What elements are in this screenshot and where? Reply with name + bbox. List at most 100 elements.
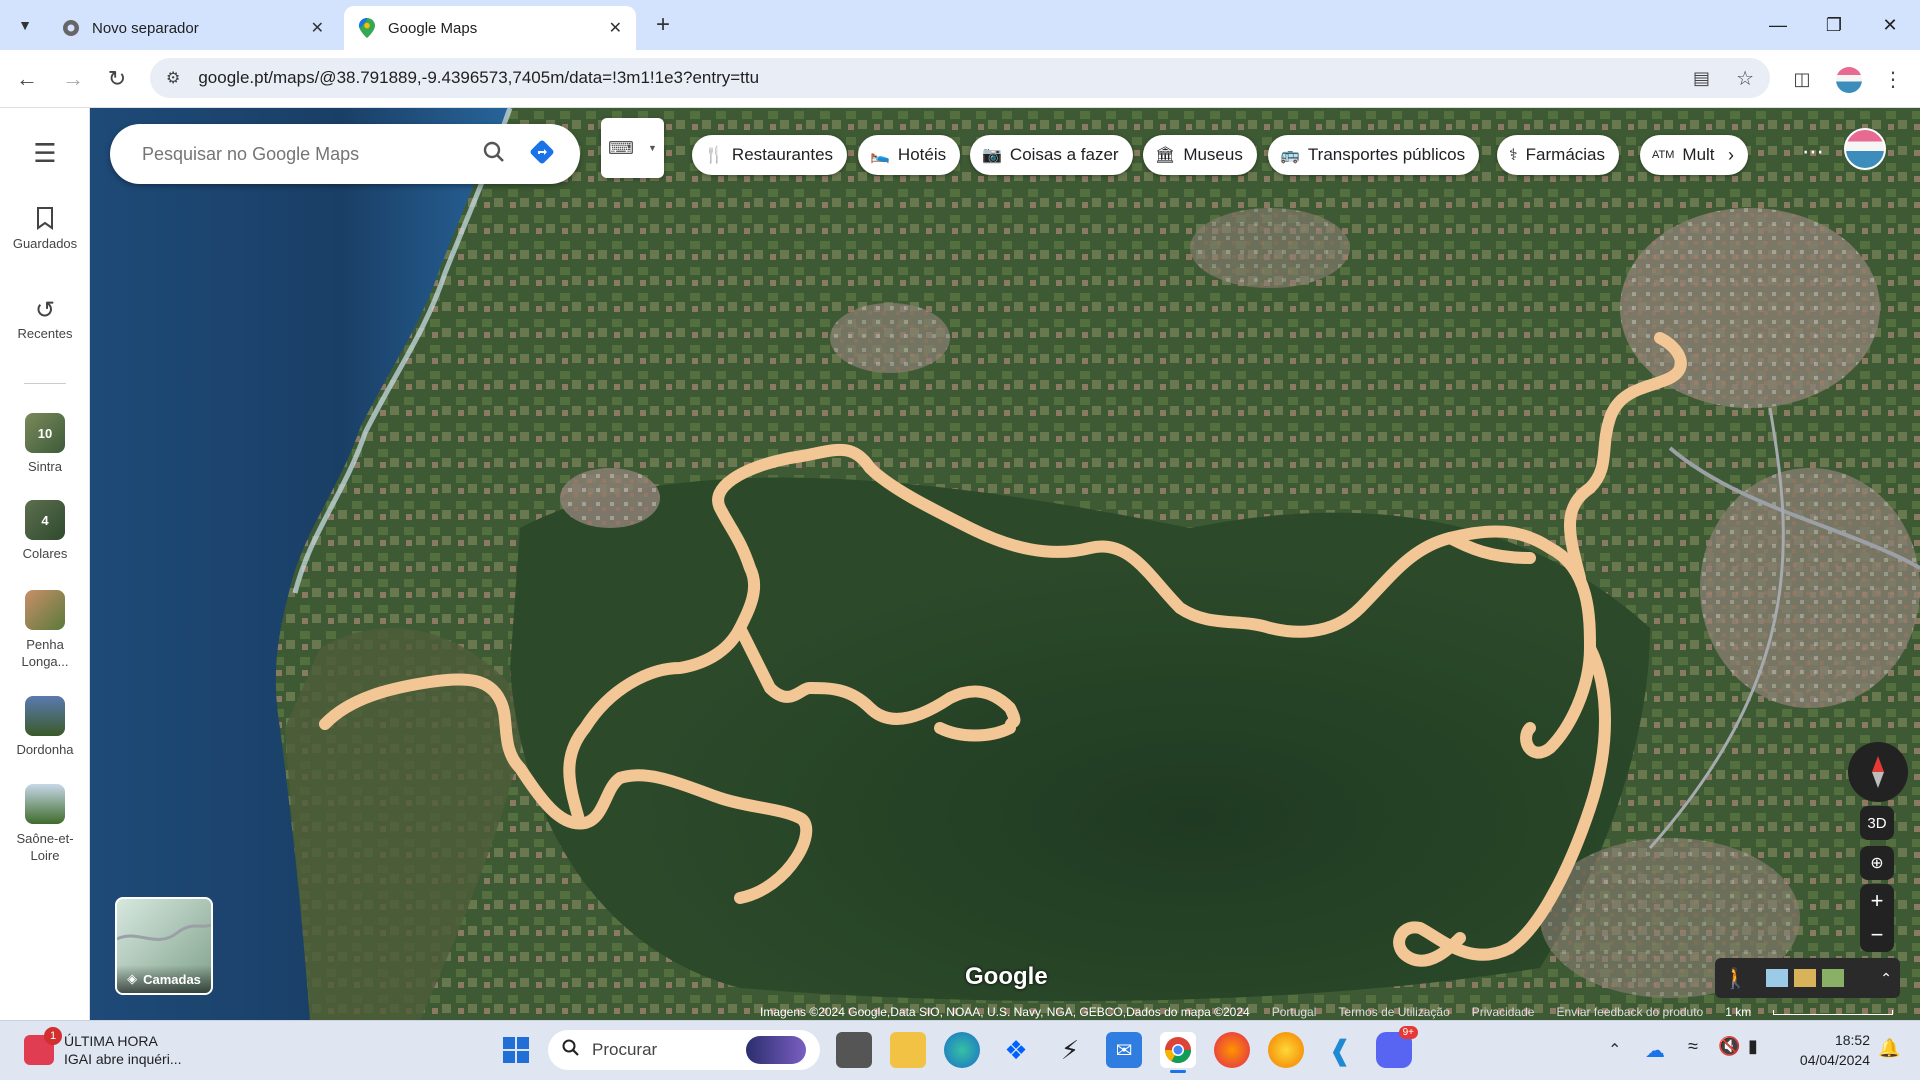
chevron-down-icon: ▼: [648, 143, 657, 153]
chevron-right-icon[interactable]: ›: [1728, 145, 1734, 166]
battery-icon[interactable]: ▮: [1748, 1036, 1758, 1057]
new-tab-button[interactable]: +: [648, 10, 678, 40]
site-info-icon[interactable]: ⚙: [166, 68, 180, 88]
three-d-label: 3D: [1867, 814, 1887, 832]
taskbar-search[interactable]: Procurar: [548, 1030, 820, 1070]
vscode-icon[interactable]: ❰: [1322, 1032, 1358, 1068]
recent-place-penha-longa[interactable]: Penha Longa...: [0, 590, 90, 670]
restore-button[interactable]: ❐: [1806, 0, 1862, 50]
google-apps-button[interactable]: ⋯: [1796, 135, 1830, 169]
zoom-in-button[interactable]: +: [1871, 884, 1884, 918]
input-tools-button[interactable]: ⌨ ▼: [601, 118, 664, 178]
satellite-imagery: [90, 108, 1920, 1020]
layers-button[interactable]: ◈ Camadas: [115, 897, 213, 995]
firefox-icon[interactable]: [1214, 1032, 1250, 1068]
bookmark-star-icon[interactable]: ☆: [1736, 66, 1754, 91]
back-button[interactable]: ←: [10, 62, 44, 96]
chip-restaurants[interactable]: 🍴 Restaurantes: [692, 135, 848, 175]
pegman-icon[interactable]: 🚶: [1723, 966, 1748, 991]
reload-button[interactable]: ↻: [100, 62, 134, 96]
install-app-icon[interactable]: ▤: [1693, 68, 1710, 89]
saved-button[interactable]: Guardados: [0, 206, 90, 251]
my-location-button[interactable]: ⊕: [1860, 846, 1894, 880]
recent-place-saone-et-loire[interactable]: Saône-et-Loire: [0, 784, 90, 864]
search-icon[interactable]: [470, 141, 518, 168]
place-thumbnail: [25, 784, 65, 824]
dropbox-icon[interactable]: ❖: [998, 1032, 1034, 1068]
imagery-thumbnail[interactable]: [1793, 969, 1816, 987]
close-window-button[interactable]: ✕: [1862, 0, 1918, 50]
recent-button[interactable]: ↺ Recentes: [0, 296, 90, 341]
url-text: google.pt/maps/@38.791889,-9.4396573,740…: [198, 68, 760, 87]
wifi-icon[interactable]: ≈: [1688, 1036, 1698, 1057]
zoom-out-button[interactable]: −: [1871, 918, 1884, 952]
place-thumbnail: [25, 590, 65, 630]
recent-place-dordonha[interactable]: Dordonha: [0, 696, 90, 757]
tab-google-maps[interactable]: Google Maps ✕: [344, 6, 636, 50]
atm-icon: ATM: [1652, 149, 1675, 161]
task-view-icon[interactable]: [836, 1032, 872, 1068]
close-icon[interactable]: ✕: [609, 18, 622, 38]
museum-icon: 🏛: [1155, 147, 1176, 164]
account-avatar[interactable]: [1844, 128, 1886, 170]
search-input[interactable]: [140, 142, 470, 166]
chip-hotels[interactable]: 🛌 Hotéis: [858, 135, 961, 175]
chip-transit[interactable]: 🚌 Transportes públicos: [1268, 135, 1480, 175]
chrome-icon: [62, 19, 80, 37]
chrome-menu-button[interactable]: ⋮: [1876, 62, 1910, 96]
country-link[interactable]: Portugal: [1272, 1005, 1317, 1019]
side-panel-button[interactable]: ◫: [1785, 62, 1819, 96]
profile-avatar[interactable]: [1836, 67, 1862, 93]
kebab-menu-icon: ⋮: [1883, 68, 1903, 91]
chip-label: Hotéis: [897, 145, 947, 164]
file-explorer-icon[interactable]: [890, 1032, 926, 1068]
pharmacy-icon: ⚕: [1509, 147, 1518, 164]
scale-label[interactable]: 1 km: [1725, 1005, 1751, 1019]
notifications-bell-icon[interactable]: 🔔: [1878, 1038, 1900, 1059]
recent-place-colares[interactable]: 4 Colares: [0, 500, 90, 561]
mail-icon[interactable]: ✉: [1106, 1032, 1142, 1068]
brave-icon[interactable]: [1268, 1032, 1304, 1068]
imagery-thumbnail[interactable]: [1765, 969, 1788, 987]
directions-icon[interactable]: [518, 139, 566, 170]
clock-time: 18:52: [1834, 1032, 1870, 1048]
app-lightning-icon[interactable]: ⚡: [1052, 1032, 1088, 1068]
tab-new-tab[interactable]: Novo separador ✕: [48, 6, 338, 50]
imagery-credit: Imagens ©2024 Google,Data SIO, NOAA, U.S…: [760, 1005, 1250, 1019]
clock[interactable]: 18:52 04/04/2024: [1790, 1030, 1870, 1070]
feedback-link[interactable]: Enviar feedback do produto: [1556, 1005, 1703, 1019]
search-box[interactable]: [110, 124, 580, 184]
news-widget[interactable]: 1 ÚLTIMA HORA IGAI abre inquéri...: [24, 1027, 214, 1072]
onedrive-icon[interactable]: ☁: [1645, 1038, 1665, 1063]
minimize-button[interactable]: —: [1750, 0, 1806, 50]
keyboard-icon: ⌨: [608, 137, 634, 158]
show-hidden-icons-button[interactable]: ⌃: [1608, 1040, 1621, 1060]
edge-icon[interactable]: [944, 1032, 980, 1068]
windows-logo-icon: [503, 1037, 529, 1063]
start-button[interactable]: [498, 1032, 534, 1068]
layers-label: Camadas: [143, 971, 201, 987]
discord-icon[interactable]: 9+: [1376, 1026, 1418, 1068]
forward-button[interactable]: →: [56, 62, 90, 96]
imagery-thumbnail[interactable]: [1821, 969, 1844, 987]
satellite-map[interactable]: [90, 108, 1920, 1020]
recent-place-sintra[interactable]: 10 Sintra: [0, 413, 90, 474]
chip-label: Coisas a fazer: [1009, 145, 1119, 164]
tab-search-button[interactable]: ▼: [10, 10, 40, 40]
privacy-link[interactable]: Privacidade: [1472, 1005, 1535, 1019]
tilt-3d-button[interactable]: 3D: [1860, 806, 1894, 840]
speaker-muted-icon[interactable]: 🔇: [1718, 1036, 1740, 1057]
expand-up-icon[interactable]: ⌃: [1880, 970, 1892, 987]
tab-strip: ▼ Novo separador ✕ Google Maps ✕ + — ❐ ✕: [0, 0, 1920, 50]
chip-pharmacies[interactable]: ⚕ Farmácias: [1497, 135, 1620, 175]
chip-atm[interactable]: ATM Mult ›: [1640, 135, 1748, 175]
chip-museums[interactable]: 🏛 Museus: [1143, 135, 1257, 175]
menu-button[interactable]: ☰: [30, 138, 60, 168]
terms-link[interactable]: Termos de Utilização: [1338, 1005, 1449, 1019]
chrome-taskbar-icon[interactable]: [1160, 1032, 1196, 1068]
scale-bar: [1773, 1009, 1894, 1015]
compass-button[interactable]: [1848, 742, 1908, 802]
address-bar[interactable]: ⚙ google.pt/maps/@38.791889,-9.4396573,7…: [150, 58, 1770, 98]
chip-things-to-do[interactable]: 📷 Coisas a fazer: [970, 135, 1133, 175]
close-icon[interactable]: ✕: [311, 18, 324, 38]
